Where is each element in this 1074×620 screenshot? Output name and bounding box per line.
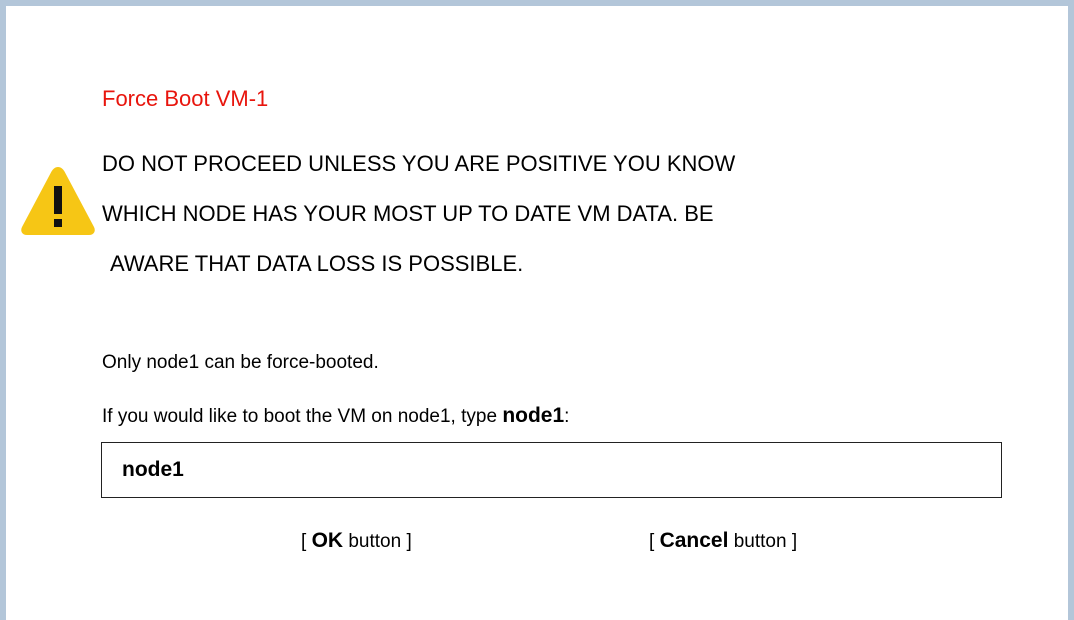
warning-line: AWARE THAT DATA LOSS IS POSSIBLE.: [110, 251, 524, 276]
confirm-prompt-suffix: :: [564, 406, 570, 427]
confirm-prompt: If you would like to boot the VM on node…: [102, 404, 569, 428]
ok-button-label: OK: [311, 529, 344, 552]
warning-message: DO NOT PROCEED UNLESS YOU ARE POSITIVE Y…: [102, 139, 1002, 289]
cancel-button[interactable]: [ Cancel button ]: [649, 529, 797, 553]
ok-button[interactable]: [ OK button ]: [301, 529, 412, 553]
ok-button-open: [: [301, 531, 312, 552]
cancel-button-suffix: button ]: [728, 531, 798, 552]
confirm-prompt-text: If you would like to boot the VM on node…: [102, 406, 503, 427]
force-boot-info: Only node1 can be force-booted.: [102, 352, 379, 373]
dialog-title: Force Boot VM-1: [102, 86, 269, 111]
cancel-button-label: Cancel: [659, 529, 729, 552]
warning-line: DO NOT PROCEED UNLESS YOU ARE POSITIVE Y…: [102, 151, 736, 176]
force-boot-dialog: Force Boot VM-1 DO NOT PROCEED UNLESS YO…: [0, 0, 1074, 620]
node-name-input[interactable]: [102, 443, 1001, 497]
warning-triangle-icon: [21, 167, 95, 235]
confirm-keyword: node1: [502, 404, 565, 427]
ok-button-suffix: button ]: [343, 531, 412, 552]
warning-line: WHICH NODE HAS YOUR MOST UP TO DATE VM D…: [102, 201, 714, 226]
confirm-input-box: [101, 442, 1002, 498]
cancel-button-open: [: [649, 531, 660, 552]
